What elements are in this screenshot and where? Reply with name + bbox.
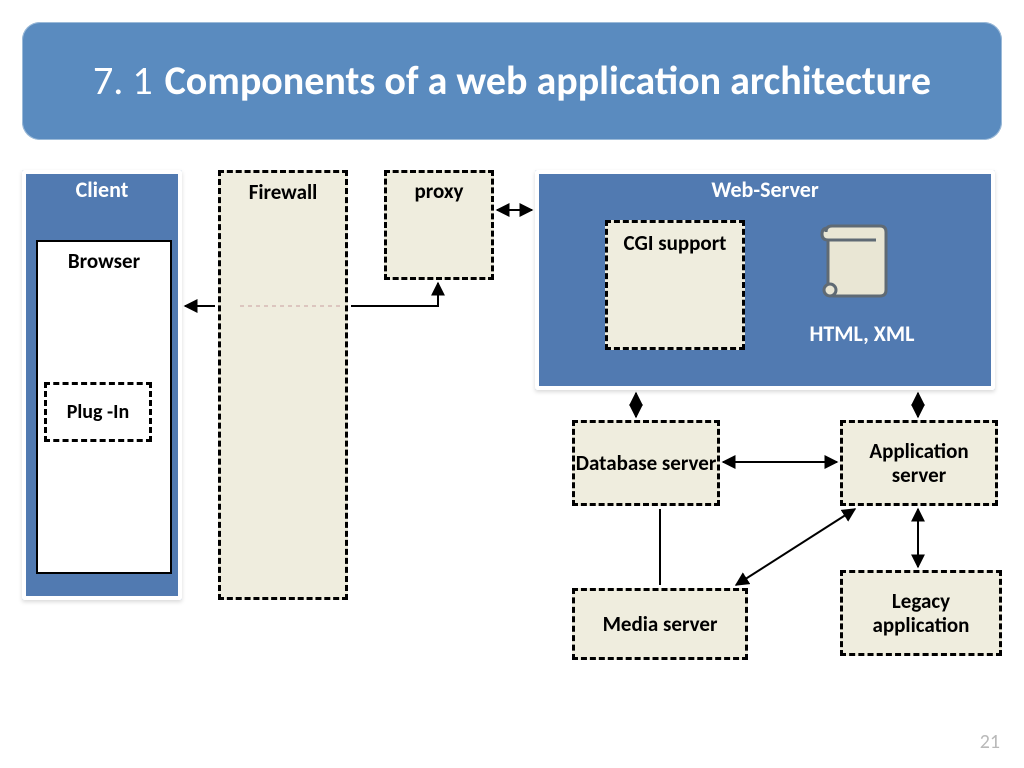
appserver-label: Application server <box>843 439 995 487</box>
browser-label: Browser <box>38 242 170 274</box>
title-number: 7. 1 <box>93 56 153 105</box>
media-box: Media server <box>572 588 748 660</box>
firewall-label: Firewall <box>221 173 345 205</box>
plugin-label: Plug -In <box>67 401 129 424</box>
webserver-label: Web-Server <box>535 170 995 203</box>
htmlxml-label: HTML, XML <box>792 320 932 347</box>
legacy-box: Legacy application <box>840 570 1002 656</box>
database-label: Database server <box>576 451 717 475</box>
plugin-box: Plug -In <box>44 382 152 442</box>
page-number: 21 <box>980 730 1000 754</box>
client-label: Client <box>22 170 182 203</box>
firewall-box: Firewall <box>218 170 348 600</box>
document-scroll-icon <box>818 218 890 300</box>
database-box: Database server <box>572 420 720 506</box>
slide-title: 7. 1Components of a web application arch… <box>22 22 1002 140</box>
appserver-box: Application server <box>840 420 998 506</box>
cgi-box: CGI support <box>605 220 745 350</box>
webserver-container: Web-Server <box>535 170 995 390</box>
client-container: Client Browser Plug -In <box>22 170 182 600</box>
proxy-box: proxy <box>384 170 494 280</box>
media-label: Media server <box>603 612 718 636</box>
title-text: Components of a web application architec… <box>165 56 931 105</box>
browser-box: Browser Plug -In <box>36 240 172 574</box>
legacy-label: Legacy application <box>843 589 999 637</box>
cgi-label: CGI support <box>624 231 727 255</box>
proxy-label: proxy <box>415 179 464 203</box>
